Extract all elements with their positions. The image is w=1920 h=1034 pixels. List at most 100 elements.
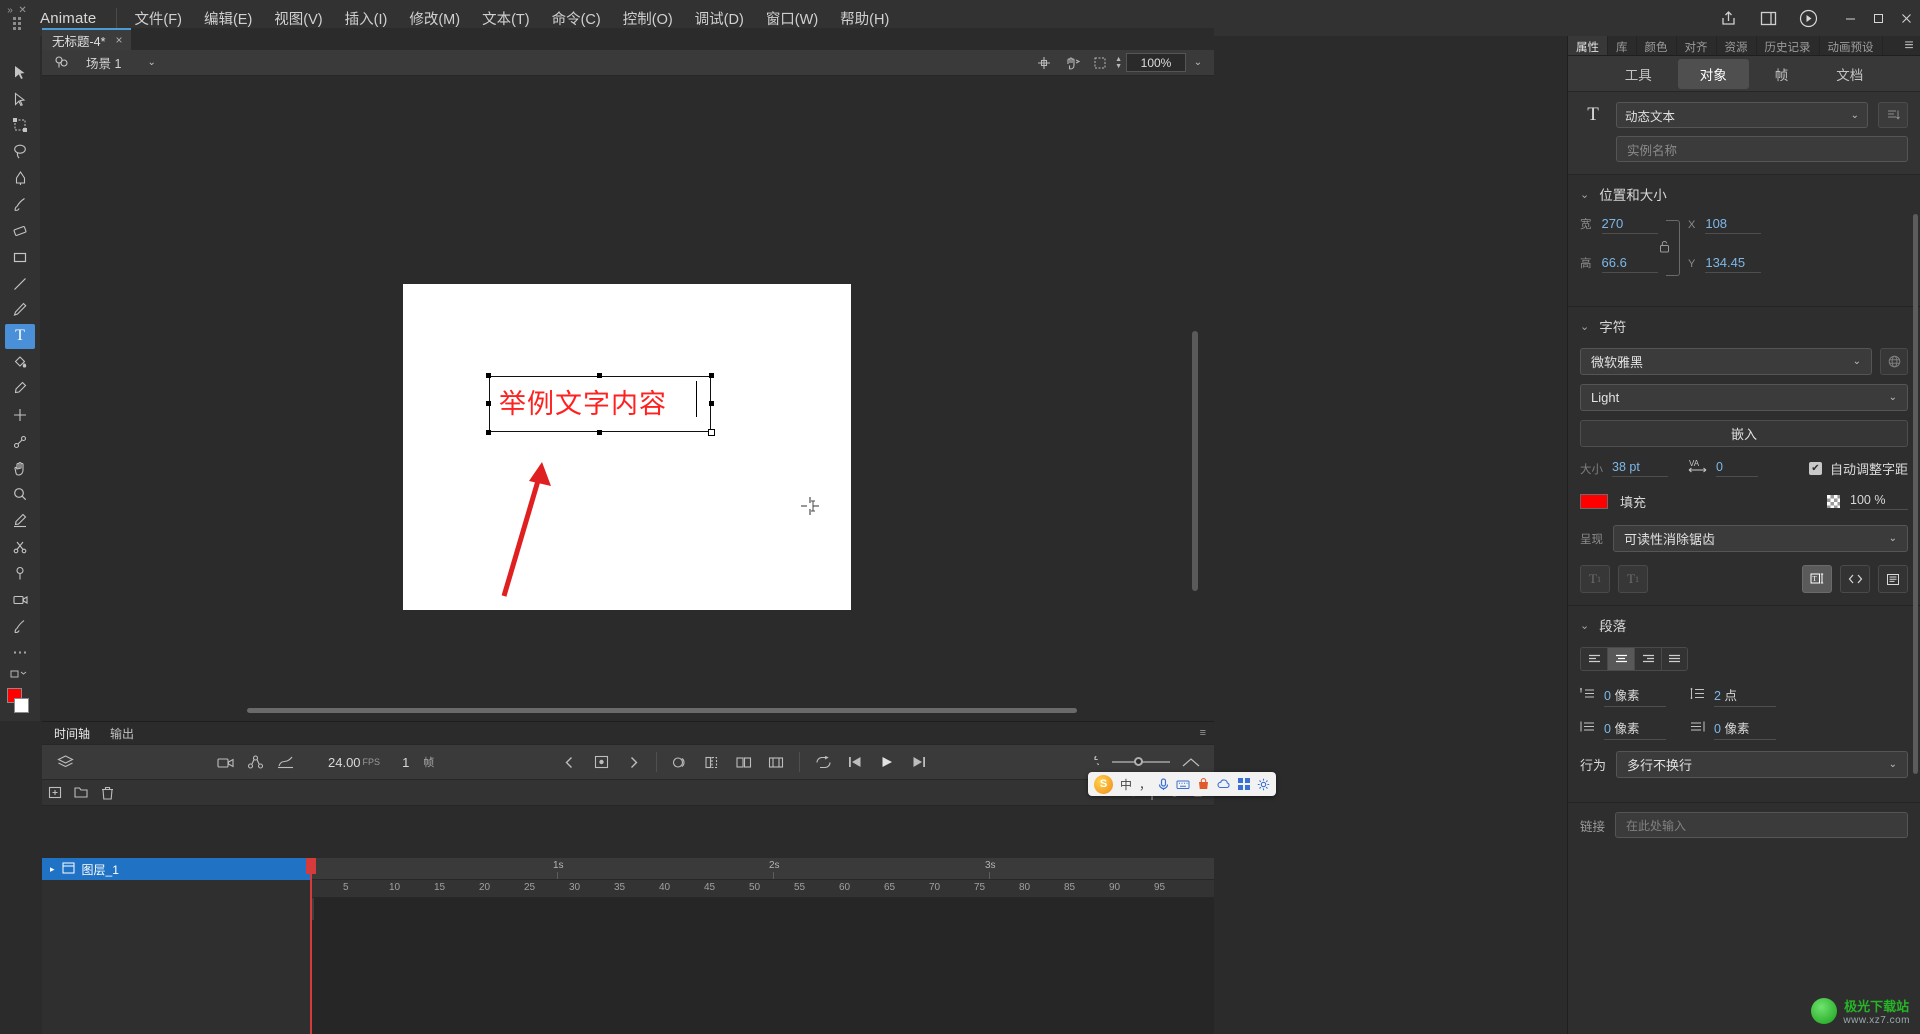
- handle-bl[interactable]: [486, 430, 491, 435]
- onion-skin-icon[interactable]: [665, 747, 695, 777]
- eraser-tool[interactable]: [5, 218, 35, 243]
- clip-icon[interactable]: [1087, 52, 1113, 74]
- playhead[interactable]: [310, 858, 312, 1034]
- bind-tool[interactable]: [5, 534, 35, 559]
- align-right-button[interactable]: [1634, 647, 1661, 671]
- maximize-button[interactable]: [1864, 0, 1892, 36]
- sogou-logo-icon[interactable]: S: [1094, 774, 1113, 794]
- parent-view-icon[interactable]: [240, 747, 270, 777]
- current-frame-value[interactable]: 1: [402, 755, 409, 770]
- subtab-tools[interactable]: 工具: [1603, 59, 1674, 89]
- asset-warp-tool[interactable]: [5, 561, 35, 586]
- chevron-down-icon[interactable]: ⌄: [1580, 619, 1589, 632]
- timeline-menu-icon[interactable]: ≡: [1200, 727, 1206, 739]
- width-field[interactable]: 宽 270: [1580, 216, 1658, 234]
- more-tools[interactable]: ⋯: [5, 640, 35, 665]
- auto-kern-checkbox[interactable]: ✔: [1808, 462, 1822, 475]
- tool-options-icon[interactable]: [5, 666, 35, 682]
- alpha-value[interactable]: 100 %: [1850, 493, 1908, 510]
- zoom-stepper[interactable]: ▲ ▼: [1115, 56, 1122, 70]
- subtab-frame[interactable]: 帧: [1753, 59, 1811, 89]
- adobe-fonts-icon[interactable]: [1880, 348, 1908, 375]
- height-field[interactable]: 高 66.6: [1580, 255, 1658, 273]
- text-options-button[interactable]: [1878, 102, 1908, 128]
- tab-align[interactable]: 对齐: [1677, 36, 1717, 55]
- text-tool[interactable]: T: [5, 323, 35, 349]
- tab-library[interactable]: 库: [1608, 36, 1637, 55]
- render-select[interactable]: 可读性消除锯齿 ⌄: [1613, 525, 1908, 552]
- ink-bottle-tool[interactable]: [5, 508, 35, 533]
- superscript-button[interactable]: T1: [1618, 565, 1648, 593]
- font-style-select[interactable]: Light ⌄: [1580, 384, 1908, 411]
- ime-language-toggle[interactable]: 中: [1120, 776, 1132, 793]
- pen-tool[interactable]: [5, 165, 35, 190]
- go-to-end-icon[interactable]: [904, 747, 934, 777]
- panel-grip[interactable]: » ✕: [0, 0, 34, 36]
- handle-tc[interactable]: [597, 373, 602, 378]
- tab-assets[interactable]: 资源: [1717, 36, 1757, 55]
- subtab-object[interactable]: 对象: [1677, 58, 1749, 89]
- text-object[interactable]: 举例文字内容: [486, 373, 715, 436]
- add-folder-icon[interactable]: [68, 780, 94, 806]
- minimize-button[interactable]: [1836, 0, 1864, 36]
- handle-mr[interactable]: [709, 401, 714, 406]
- ime-punctuation-toggle[interactable]: ，: [1139, 776, 1151, 793]
- stage-canvas[interactable]: 举例文字内容: [42, 76, 1202, 721]
- modify-markers-icon[interactable]: [761, 747, 791, 777]
- tab-timeline[interactable]: 时间轴: [46, 722, 98, 745]
- selection-tool[interactable]: [5, 60, 35, 85]
- tab-history[interactable]: 历史记录: [1757, 36, 1820, 55]
- margin-right-value[interactable]: 0 像素: [1714, 718, 1776, 740]
- scene-icon[interactable]: [48, 56, 74, 69]
- fill-color-swatch[interactable]: [14, 697, 29, 713]
- hand-tool[interactable]: [5, 455, 35, 480]
- chevron-down-icon[interactable]: ⌄: [1580, 320, 1589, 333]
- tracking-value[interactable]: 0: [1716, 460, 1758, 477]
- color-swatches[interactable]: [5, 687, 35, 721]
- show-border-button[interactable]: [1878, 565, 1908, 593]
- edit-multiple-frames-icon[interactable]: [729, 747, 759, 777]
- free-transform-tool[interactable]: [5, 113, 35, 138]
- stage-vertical-scrollbar[interactable]: [1192, 331, 1198, 591]
- height-value[interactable]: 66.6: [1601, 255, 1658, 273]
- align-center-button[interactable]: [1607, 647, 1634, 671]
- subtab-document[interactable]: 文档: [1814, 59, 1885, 89]
- y-value[interactable]: 134.45: [1705, 255, 1762, 273]
- prev-keyframe-icon[interactable]: [554, 747, 584, 777]
- width-value[interactable]: 270: [1601, 216, 1658, 234]
- x-field[interactable]: X 108: [1688, 216, 1762, 234]
- stage-horizontal-scrollbar[interactable]: [247, 708, 1077, 713]
- keyboard-icon[interactable]: [1176, 779, 1190, 790]
- loop-icon[interactable]: [808, 747, 838, 777]
- link-input[interactable]: 在此处输入: [1615, 812, 1908, 838]
- eyedropper-tool[interactable]: [5, 376, 35, 401]
- text-type-select[interactable]: 动态文本 ⌄: [1616, 102, 1868, 128]
- align-justify-button[interactable]: [1661, 647, 1688, 671]
- tab-properties[interactable]: 属性: [1568, 36, 1608, 55]
- brush-tool[interactable]: [5, 192, 35, 217]
- lasso-tool[interactable]: [5, 139, 35, 164]
- chevron-down-icon[interactable]: ⌄: [1580, 188, 1589, 201]
- center-stage-icon[interactable]: [1031, 52, 1057, 74]
- document-tab[interactable]: 无标题-4* ×: [42, 28, 131, 50]
- fps-value[interactable]: 24.00: [328, 755, 361, 770]
- margin-left-value[interactable]: 0 像素: [1604, 718, 1666, 740]
- line-spacing-value[interactable]: 2 点: [1714, 685, 1776, 707]
- gear-icon[interactable]: [1257, 778, 1270, 791]
- handle-br-resize[interactable]: [708, 429, 715, 436]
- workspace-icon[interactable]: [1748, 0, 1788, 36]
- embed-button[interactable]: 嵌入: [1580, 420, 1908, 447]
- x-value[interactable]: 108: [1705, 216, 1762, 234]
- tab-output[interactable]: 输出: [102, 722, 142, 745]
- selectable-text-button[interactable]: T: [1802, 565, 1832, 593]
- instance-name-input[interactable]: 实例名称: [1616, 136, 1908, 162]
- close-icon[interactable]: ×: [115, 33, 122, 47]
- unlocked-lock-icon[interactable]: [1658, 240, 1671, 258]
- bag-icon[interactable]: [1197, 778, 1210, 790]
- chevron-down-icon[interactable]: ⌄: [1188, 57, 1208, 68]
- next-keyframe-icon[interactable]: [618, 747, 648, 777]
- layers-stack-icon[interactable]: [50, 747, 80, 777]
- delete-layer-icon[interactable]: [94, 780, 120, 806]
- panel-menu-icon[interactable]: ≡: [1898, 36, 1920, 55]
- go-to-start-icon[interactable]: [840, 747, 870, 777]
